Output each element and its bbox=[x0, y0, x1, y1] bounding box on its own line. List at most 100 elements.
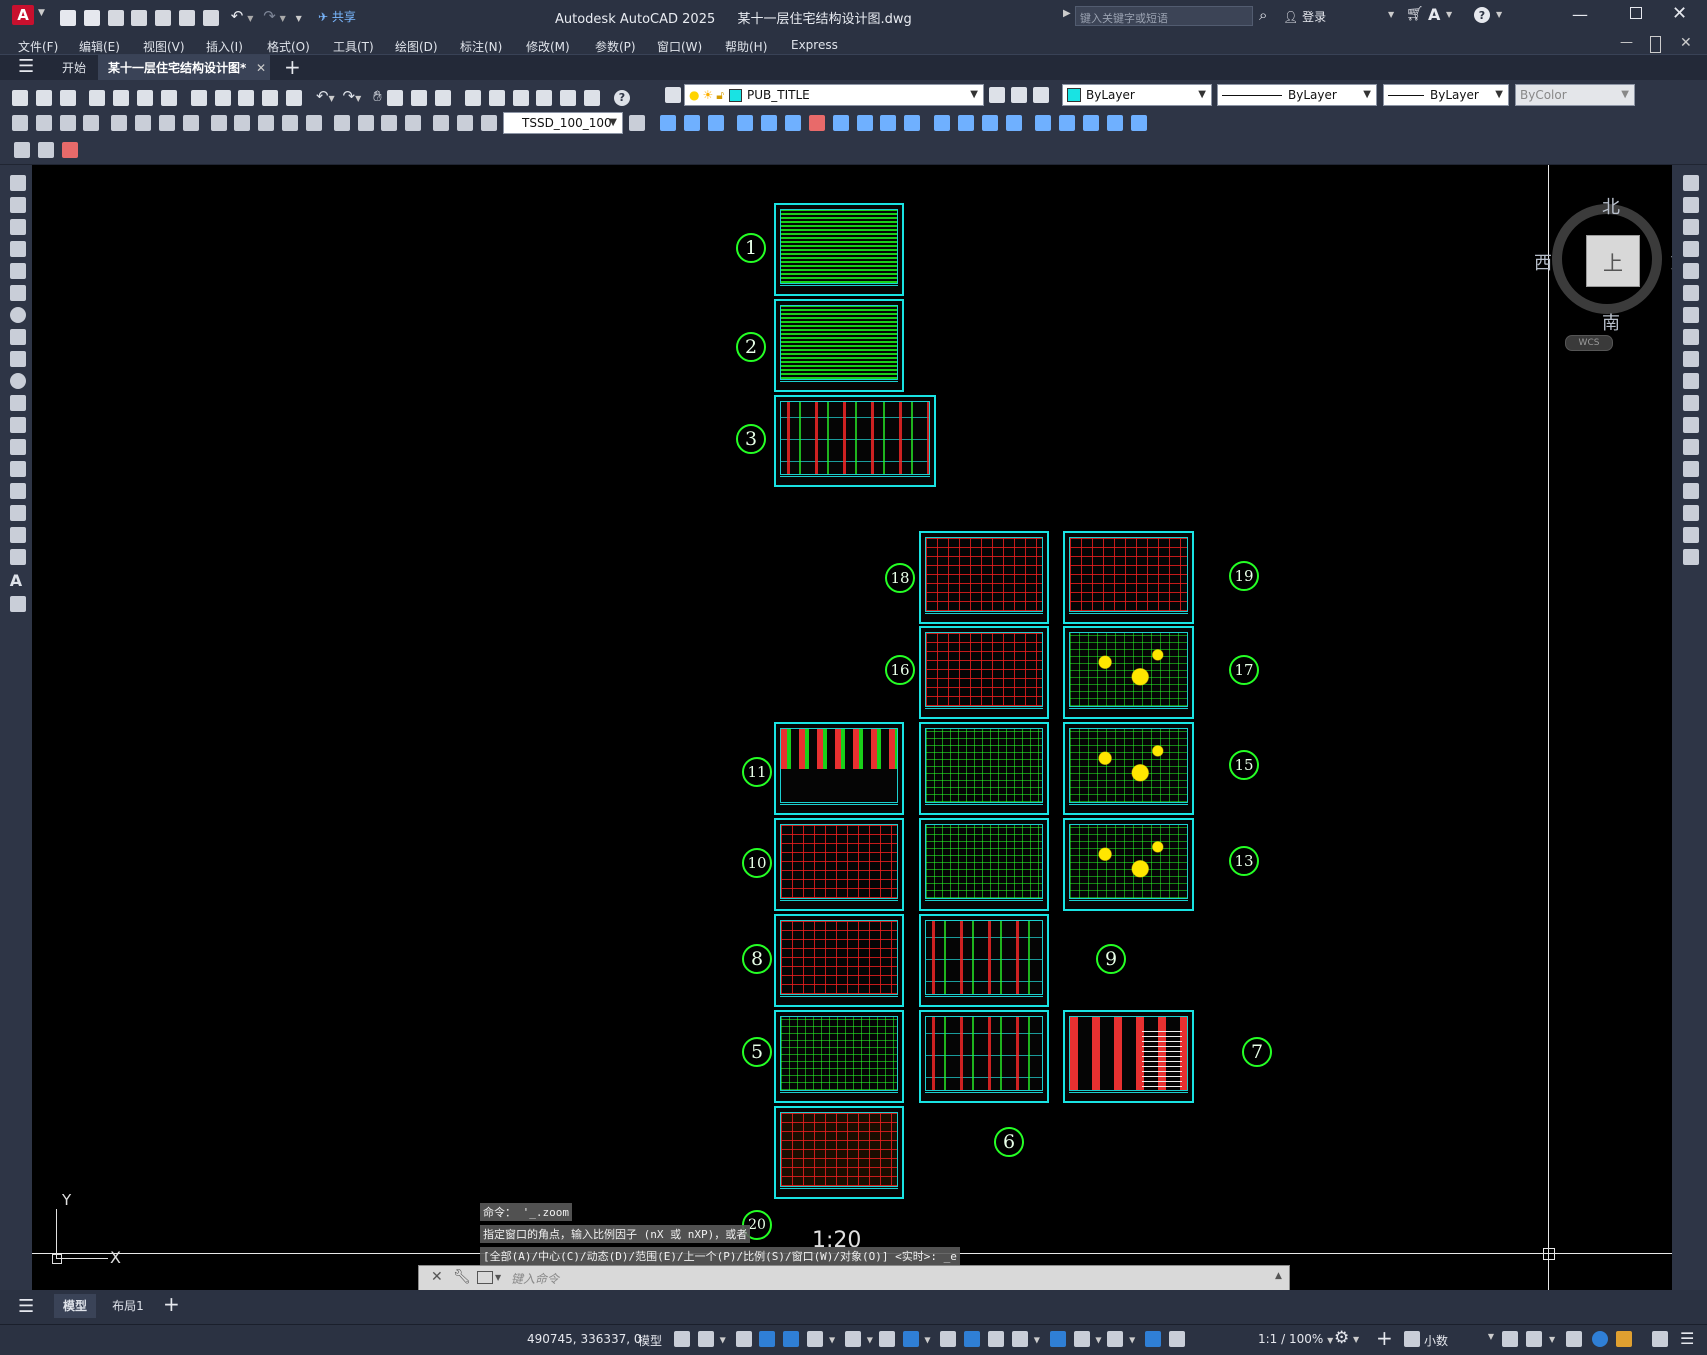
break-point-icon[interactable] bbox=[1683, 417, 1699, 433]
lineweight-dropdown[interactable]: ByLayer ▼ bbox=[1383, 84, 1509, 106]
cart-icon[interactable]: 🛒︎ bbox=[1406, 6, 1424, 22]
calculator-icon[interactable] bbox=[584, 89, 601, 106]
save-as-icon[interactable] bbox=[131, 9, 148, 26]
plot-icon[interactable] bbox=[202, 9, 219, 26]
auto-scale-icon[interactable] bbox=[1168, 1331, 1185, 1347]
minimize-window-button[interactable]: — bbox=[1572, 5, 1588, 24]
make-current-layer-icon[interactable] bbox=[989, 87, 1005, 103]
explode-icon[interactable] bbox=[1035, 115, 1052, 131]
spline-icon[interactable] bbox=[10, 351, 26, 367]
join-side-icon[interactable] bbox=[1683, 461, 1699, 477]
viewcube-top-face[interactable]: 上 bbox=[1586, 235, 1640, 287]
command-input[interactable]: 键入命令 bbox=[511, 1270, 1271, 1287]
clean-screen-icon[interactable] bbox=[1616, 1331, 1632, 1347]
export-icon[interactable] bbox=[155, 9, 172, 26]
pan-icon[interactable]: ✋︎ bbox=[373, 87, 382, 105]
drawing-sheet-15[interactable] bbox=[1063, 722, 1194, 815]
drawing-sheet-5[interactable] bbox=[774, 1010, 904, 1103]
new-layout-button[interactable]: + bbox=[163, 1292, 180, 1316]
point-icon[interactable] bbox=[10, 461, 26, 477]
mirror-icon[interactable] bbox=[707, 115, 724, 131]
close-window-button[interactable]: ✕ bbox=[1672, 3, 1687, 24]
annotation-scale-dropdown[interactable]: 1:1 / 100% ▼ bbox=[1258, 1332, 1333, 1346]
trim-side-icon[interactable] bbox=[1683, 373, 1699, 389]
rotate-side-icon[interactable] bbox=[1683, 307, 1699, 323]
command-history-expand-icon[interactable]: ▲ bbox=[1275, 1271, 1282, 1281]
revision-cloud-icon[interactable] bbox=[10, 329, 26, 345]
markup-icon[interactable] bbox=[560, 89, 577, 106]
paste-icon[interactable] bbox=[238, 89, 255, 106]
drawing-sheet-14[interactable] bbox=[919, 722, 1049, 815]
3d-osnap-icon[interactable] bbox=[1011, 1331, 1028, 1347]
tolerance-icon[interactable] bbox=[333, 115, 350, 131]
save-icon[interactable] bbox=[59, 89, 76, 106]
app-menu-button[interactable]: A bbox=[12, 5, 34, 25]
drawing-sheet-13[interactable] bbox=[1063, 818, 1194, 911]
ungroup-icon[interactable] bbox=[1130, 115, 1147, 131]
linetype-dropdown[interactable]: ByLayer ▼ bbox=[1217, 84, 1377, 106]
preview-icon[interactable] bbox=[113, 89, 130, 106]
drawing-sheet-18[interactable] bbox=[919, 531, 1049, 624]
layer-previous-icon[interactable] bbox=[1011, 87, 1027, 103]
design-center-icon[interactable] bbox=[488, 89, 505, 106]
table-icon[interactable] bbox=[10, 549, 26, 565]
compass-south[interactable]: 南 bbox=[1602, 309, 1620, 335]
insert-block-icon[interactable] bbox=[10, 417, 26, 433]
dim-text-edit-icon[interactable] bbox=[456, 115, 473, 131]
dim-edit-icon[interactable] bbox=[433, 115, 450, 131]
chevron-down-icon[interactable]: ▼ bbox=[38, 8, 45, 18]
baseline-dim-icon[interactable] bbox=[234, 115, 251, 131]
arc-length-icon[interactable] bbox=[59, 115, 76, 131]
drawing-sheet-2[interactable] bbox=[774, 299, 904, 392]
polyline-icon[interactable] bbox=[10, 219, 26, 235]
scale-icon[interactable] bbox=[832, 115, 849, 131]
publish-icon[interactable] bbox=[137, 89, 154, 106]
copy-side-icon[interactable] bbox=[1683, 197, 1699, 213]
move-icon[interactable] bbox=[785, 115, 802, 131]
trim-icon[interactable] bbox=[880, 115, 897, 131]
new-tab-button[interactable]: + bbox=[284, 55, 301, 79]
maximize-window-button[interactable] bbox=[1630, 7, 1642, 19]
wcs-menu-button[interactable]: WCS bbox=[1565, 335, 1613, 351]
erase-icon[interactable] bbox=[660, 115, 676, 131]
drawing-sheet-7[interactable] bbox=[1063, 1010, 1194, 1103]
chamfer-icon[interactable] bbox=[981, 115, 998, 131]
circle-icon[interactable] bbox=[10, 307, 26, 323]
mirror-side-icon[interactable] bbox=[1683, 219, 1699, 235]
quick-properties-icon[interactable] bbox=[1502, 1331, 1518, 1347]
stretch-side-icon[interactable] bbox=[1683, 351, 1699, 367]
open-file-icon[interactable] bbox=[83, 9, 100, 26]
drawing-sheet-8[interactable] bbox=[774, 914, 904, 1007]
region-draw-icon[interactable] bbox=[10, 527, 26, 543]
stretch-icon[interactable] bbox=[856, 115, 873, 131]
restore-doc-button[interactable] bbox=[1650, 36, 1661, 53]
ortho-mode-icon[interactable] bbox=[783, 1331, 800, 1347]
new-icon[interactable] bbox=[12, 89, 28, 106]
ellipse-arc-icon[interactable] bbox=[10, 395, 26, 411]
scale-side-icon[interactable] bbox=[1683, 329, 1699, 345]
lock-ui-icon[interactable] bbox=[1526, 1331, 1542, 1347]
fullscreen-icon[interactable] bbox=[1652, 1331, 1668, 1347]
drawing-sheet-16[interactable] bbox=[919, 626, 1049, 719]
minimize-doc-button[interactable]: — bbox=[1620, 32, 1633, 53]
zoom-previous-icon[interactable] bbox=[435, 89, 452, 106]
erase-side-icon[interactable] bbox=[1683, 175, 1699, 191]
share-button[interactable]: ✈ 共享 bbox=[318, 8, 356, 25]
dim-update-icon[interactable] bbox=[480, 115, 497, 131]
menu-express[interactable]: Express bbox=[791, 35, 838, 55]
command-prompt-icon[interactable] bbox=[477, 1271, 493, 1284]
drawing-sheet-12[interactable] bbox=[919, 818, 1049, 911]
sign-in-button[interactable]: 👤︎ 登录 bbox=[1283, 8, 1326, 25]
gizmo-icon[interactable] bbox=[1107, 1331, 1124, 1347]
tssd-tool-2-icon[interactable] bbox=[38, 142, 54, 158]
line-icon[interactable] bbox=[10, 175, 26, 191]
aligned-dim-icon[interactable] bbox=[35, 115, 52, 131]
break-icon[interactable] bbox=[934, 115, 951, 131]
tab-layout1[interactable]: 布局1 bbox=[104, 1294, 152, 1318]
boundary-icon[interactable] bbox=[1083, 115, 1100, 131]
construction-line-icon[interactable] bbox=[10, 197, 26, 213]
array-side-icon[interactable] bbox=[1683, 263, 1699, 279]
fillet-icon[interactable] bbox=[1005, 115, 1022, 131]
arc-icon[interactable] bbox=[10, 285, 26, 301]
tssd-tool-1-icon[interactable] bbox=[14, 142, 30, 158]
